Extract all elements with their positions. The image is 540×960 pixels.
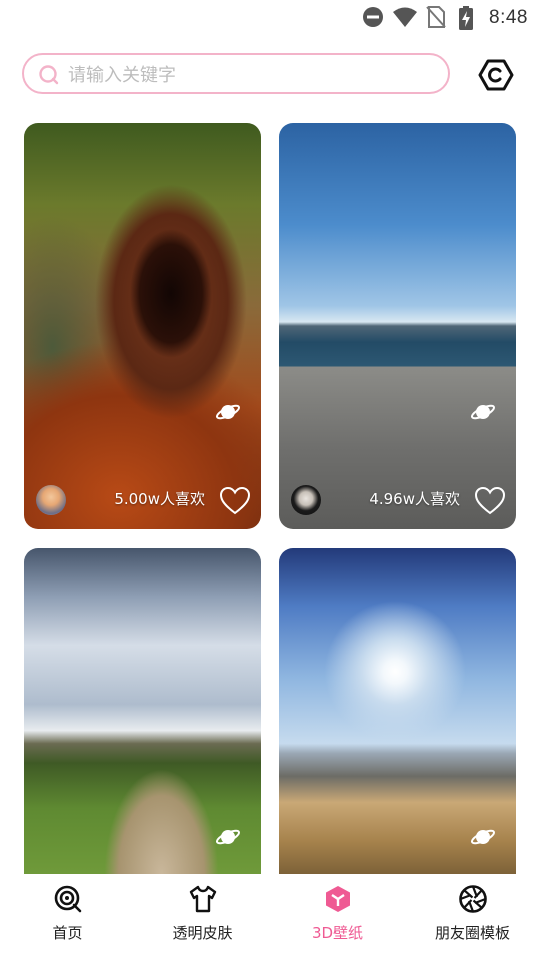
no-sim-icon <box>426 6 446 28</box>
nav-label: 3D壁纸 <box>311 924 364 942</box>
avatar[interactable] <box>291 485 321 515</box>
search-icon <box>39 65 59 85</box>
nav-item-moments-template[interactable]: 朋友圈模板 <box>405 884 540 943</box>
planet-icon <box>215 404 241 420</box>
wallpaper-card[interactable] <box>279 548 516 874</box>
status-bar: 8:48 <box>0 0 540 36</box>
hexagon-settings-icon[interactable] <box>478 57 514 93</box>
nav-item-transparent-skin[interactable]: 透明皮肤 <box>135 884 270 943</box>
target-icon <box>54 885 81 913</box>
wallpaper-card[interactable]: 4.96w人喜欢 <box>279 123 516 529</box>
aperture-icon <box>458 885 487 913</box>
search-input[interactable] <box>66 62 440 88</box>
nav-label: 首页 <box>52 924 83 942</box>
search-box[interactable] <box>22 53 450 94</box>
do-not-disturb-icon <box>363 7 383 27</box>
bottom-nav: 首页 透明皮肤 3D壁纸 朋友圈模板 <box>0 874 540 960</box>
cube-icon <box>325 886 350 912</box>
likes-count: 5.00w人喜欢 <box>114 490 205 508</box>
heart-icon[interactable] <box>219 486 251 516</box>
wallpaper-card[interactable]: 5.00w人喜欢 <box>24 123 261 529</box>
avatar[interactable] <box>36 485 66 515</box>
tshirt-icon <box>189 885 216 913</box>
wifi-icon <box>393 7 417 27</box>
nav-label: 朋友圈模板 <box>434 924 510 942</box>
wallpaper-card[interactable] <box>24 548 261 874</box>
heart-icon[interactable] <box>474 486 506 516</box>
planet-icon <box>470 829 496 845</box>
battery-charging-icon <box>459 6 473 30</box>
clock: 8:48 <box>489 7 528 28</box>
nav-item-home[interactable]: 首页 <box>0 884 135 943</box>
nav-label: 透明皮肤 <box>172 924 233 942</box>
planet-icon <box>215 829 241 845</box>
likes-count: 4.96w人喜欢 <box>369 490 460 508</box>
planet-icon <box>470 404 496 420</box>
nav-item-3d-wallpaper[interactable]: 3D壁纸 <box>270 884 405 943</box>
